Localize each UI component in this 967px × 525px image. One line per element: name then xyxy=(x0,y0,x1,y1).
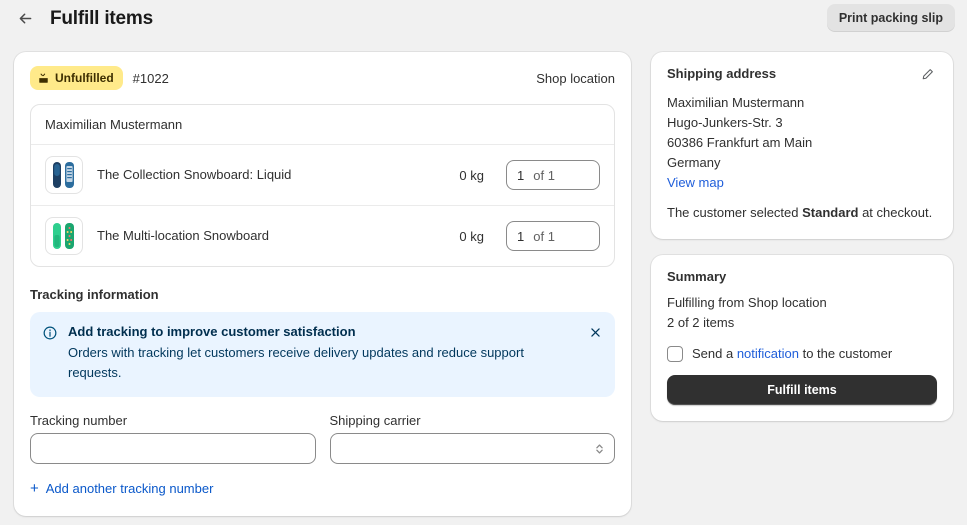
add-another-tracking-number-label: Add another tracking number xyxy=(45,481,214,497)
shipping-address-header: Shipping address xyxy=(667,66,937,84)
notify-customer-checkbox[interactable] xyxy=(667,345,683,362)
print-packing-slip-button[interactable]: Print packing slip xyxy=(826,4,955,32)
info-circle-icon xyxy=(42,324,58,383)
add-another-tracking-number-link[interactable]: + Add another tracking number xyxy=(30,481,213,496)
quantity-max-label: of 1 xyxy=(533,167,555,183)
summary-item-count: 2 of 2 items xyxy=(667,315,735,331)
address-line: 60386 Frankfurt am Main xyxy=(667,134,813,150)
notify-customer-label: Send a notification to the customer xyxy=(692,346,892,361)
snowboard-pair-image xyxy=(53,223,74,249)
banner-body: Add tracking to improve customer satisfa… xyxy=(68,324,601,383)
tracking-fields-row: Tracking number Shipping carrier xyxy=(30,413,615,465)
plus-icon: + xyxy=(30,480,39,498)
page-layout: Unfulfilled #1022 Shop location Maximili… xyxy=(0,36,967,517)
summary-card: Summary Fulfilling from Shop location 2 … xyxy=(651,255,953,421)
fulfillment-card: Unfulfilled #1022 Shop location Maximili… xyxy=(14,52,631,517)
snowboard-pair-image xyxy=(53,162,74,188)
arrow-left-icon xyxy=(17,10,34,27)
shipping-method-note: The customer selected Standard at checko… xyxy=(667,203,937,223)
notification-link[interactable]: notification xyxy=(737,346,799,361)
tracking-info-banner: Add tracking to improve customer satisfa… xyxy=(30,312,615,398)
top-bar: Fulfill items Print packing slip xyxy=(0,0,967,36)
unfulfilled-package-icon xyxy=(37,72,50,85)
quantity-max-label: of 1 xyxy=(533,228,555,244)
address-line: Hugo-Junkers-Str. 3 xyxy=(667,114,783,130)
page-title: Fulfill items xyxy=(50,7,153,29)
shipping-carrier-field-group: Shipping carrier xyxy=(329,413,615,465)
summary-title: Summary xyxy=(667,269,727,285)
tracking-number-field-group: Tracking number xyxy=(30,413,316,465)
shipping-address-card: Shipping address Maximilian Mustermann H… xyxy=(651,52,953,240)
product-thumbnail xyxy=(45,156,83,194)
product-thumbnail xyxy=(45,217,83,255)
quantity-field[interactable]: 1 of 1 xyxy=(506,160,600,190)
fulfillment-header: Unfulfilled #1022 Shop location xyxy=(30,66,615,90)
quantity-value[interactable]: 1 xyxy=(517,229,524,244)
notify-prefix: Send a xyxy=(692,346,737,362)
banner-title: Add tracking to improve customer satisfa… xyxy=(68,324,356,339)
table-row: The Multi-location Snowboard 0 kg 1 of 1 xyxy=(31,206,614,266)
shipping-address-title: Shipping address xyxy=(667,66,777,81)
banner-text: Orders with tracking let customers recei… xyxy=(68,345,524,381)
shipping-carrier-select-wrap xyxy=(329,433,615,465)
pencil-icon xyxy=(920,67,935,82)
summary-header: Summary xyxy=(667,269,937,284)
status-badge: Unfulfilled xyxy=(30,66,123,90)
shipping-carrier-select[interactable] xyxy=(329,433,615,465)
shipping-method-name: Standard xyxy=(802,205,859,221)
main-column: Unfulfilled #1022 Shop location Maximili… xyxy=(14,52,631,517)
shipping-carrier-label: Shipping carrier xyxy=(329,413,421,429)
shipping-note-prefix: The customer selected xyxy=(667,205,803,221)
items-table: Maximilian Mustermann The Collection Sno… xyxy=(30,104,615,267)
status-badge-label: Unfulfilled xyxy=(55,71,114,85)
item-weight: 0 kg xyxy=(459,228,484,244)
view-map-link[interactable]: View map xyxy=(667,173,724,193)
summary-fulfilling-from: Fulfilling from Shop location xyxy=(667,295,827,311)
table-row: The Collection Snowboard: Liquid 0 kg 1 … xyxy=(31,145,614,206)
tracking-number-input[interactable] xyxy=(30,433,316,465)
back-button[interactable] xyxy=(14,7,36,29)
item-title: The Collection Snowboard: Liquid xyxy=(97,166,292,182)
notify-customer-row: Send a notification to the customer xyxy=(667,345,937,362)
fulfillment-location: Shop location xyxy=(536,70,615,86)
banner-dismiss-button[interactable] xyxy=(585,322,605,342)
quantity-field[interactable]: 1 of 1 xyxy=(506,221,600,251)
shipping-note-suffix: at checkout. xyxy=(858,205,933,221)
side-column: Shipping address Maximilian Mustermann H… xyxy=(651,52,953,421)
address-line: Germany xyxy=(667,154,721,170)
notify-suffix: to the customer xyxy=(798,346,893,362)
item-weight: 0 kg xyxy=(459,167,484,183)
address-line: Maximilian Mustermann xyxy=(667,95,805,110)
tracking-number-label: Tracking number xyxy=(30,413,128,429)
close-icon xyxy=(589,326,602,339)
fulfill-items-button[interactable]: Fulfill items xyxy=(667,374,937,405)
edit-shipping-address-button[interactable] xyxy=(917,64,937,84)
items-customer-name: Maximilian Mustermann xyxy=(31,105,614,145)
quantity-value[interactable]: 1 xyxy=(517,168,524,183)
order-number: #1022 xyxy=(132,70,169,86)
item-title: The Multi-location Snowboard xyxy=(97,227,269,243)
tracking-section-title: Tracking information xyxy=(30,287,159,302)
